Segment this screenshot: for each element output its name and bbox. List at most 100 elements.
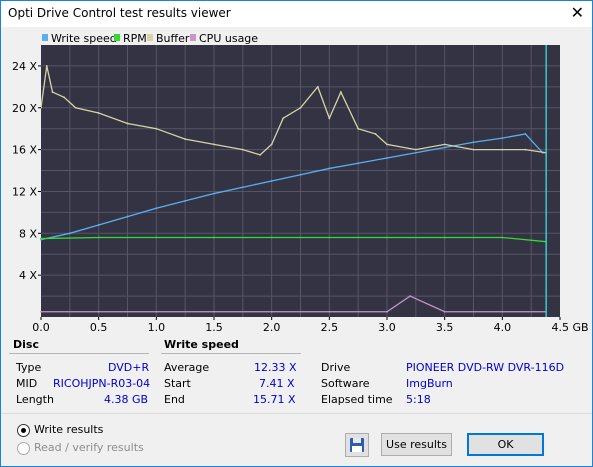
data-point-write-speed	[270, 180, 273, 182]
data-point-buffer	[328, 117, 331, 120]
software-value: ImgBurn	[406, 377, 453, 390]
y-tick-label: 12 X	[12, 185, 37, 198]
data-point-write-speed	[524, 133, 527, 135]
data-point-buffer	[241, 148, 244, 151]
legend-swatch-buffer	[147, 34, 153, 41]
legend-label-cpu-usage: CPU usage	[199, 32, 258, 45]
data-point-rpm	[443, 236, 446, 239]
data-point-buffer	[339, 91, 342, 93]
read-verify-results-label[interactable]: Read / verify results	[34, 441, 144, 454]
data-point-buffer	[213, 143, 215, 146]
chart-legend: Write speed RPM Buffer CPU usage	[42, 32, 258, 45]
data-point-write-speed	[213, 192, 215, 195]
data-point-write-speed	[501, 137, 504, 140]
data-point-write-speed	[386, 157, 388, 159]
y-axis-ticks: 4 X 8 X 12 X 16 X 20 X 24 X	[12, 60, 41, 282]
software-label: Software	[321, 377, 370, 390]
data-point-write-speed	[68, 232, 71, 235]
title-bar: Opti Drive Control test results viewer ✕	[1, 1, 592, 27]
disc-divider	[9, 353, 149, 354]
ok-button[interactable]: OK	[467, 433, 544, 456]
write-speed-divider	[161, 353, 301, 354]
app-window: Opti Drive Control test results viewer ✕…	[0, 0, 593, 467]
legend-label-buffer: Buffer	[156, 32, 190, 45]
data-point-write-speed	[126, 215, 129, 218]
x-tick-label: 4.0	[494, 321, 512, 334]
data-point-write-speed	[299, 173, 302, 176]
x-tick-label: 4.5 GB	[551, 321, 588, 334]
data-point-buffer	[414, 148, 417, 151]
drive-value: PIONEER DVD-RW DVR-116D	[406, 361, 565, 374]
data-point-buffer	[259, 153, 262, 156]
legend-swatch-cpu-usage	[190, 34, 196, 41]
read-verify-results-radio[interactable]	[17, 442, 30, 455]
data-point-rpm	[270, 236, 273, 239]
results-chart: Write speed RPM Buffer CPU usage 4 X 8 X 1…	[12, 32, 589, 334]
legend-swatch-write-speed	[42, 34, 48, 41]
data-point-write-speed	[328, 167, 331, 170]
data-point-buffer	[155, 127, 158, 130]
write-results-label[interactable]: Write results	[34, 423, 103, 436]
x-tick-label: 0.5	[90, 321, 108, 334]
elapsed-time-label: Elapsed time	[321, 393, 393, 406]
data-point-buffer	[184, 138, 187, 141]
start-label: Start	[164, 377, 191, 390]
use-results-button[interactable]: Use results	[381, 433, 452, 456]
data-point-cpu-usage	[386, 310, 388, 313]
legend-swatch-rpm	[114, 34, 120, 41]
y-tick-label: 16 X	[12, 144, 37, 157]
disc-length-value: 4.38 GB	[104, 393, 149, 406]
legend-label-rpm: RPM	[123, 32, 147, 45]
data-point-buffer	[374, 133, 377, 135]
y-tick-label: 4 X	[19, 269, 37, 282]
x-tick-label: 3.5	[436, 321, 454, 334]
disc-length-label: Length	[16, 393, 54, 406]
data-point-buffer	[443, 143, 446, 146]
data-point-write-speed	[472, 141, 475, 144]
x-axis-ticks: 0.0 0.5 1.0 1.5 2.0 2.5 3.0 3.5 4.0 4.5 GB	[32, 317, 589, 334]
disc-header: Disc	[13, 338, 39, 351]
data-point-rpm	[501, 236, 504, 239]
data-point-cpu-usage	[443, 310, 446, 313]
data-point-buffer	[270, 143, 273, 146]
data-point-rpm	[213, 236, 215, 239]
x-tick-label: 2.5	[321, 321, 339, 334]
end-label: End	[164, 393, 185, 406]
y-tick-label: 24 X	[12, 60, 37, 73]
data-point-buffer	[524, 148, 527, 151]
disc-mid-label: MID	[16, 377, 38, 390]
data-point-buffer	[316, 85, 319, 88]
data-point-buffer	[386, 143, 388, 146]
elapsed-time-value: 5:18	[406, 393, 431, 406]
end-value: 15.71 X	[253, 393, 296, 406]
data-point-cpu-usage	[409, 295, 411, 297]
data-point-write-speed	[97, 224, 100, 226]
drive-label: Drive	[321, 361, 351, 374]
write-results-radio[interactable]	[17, 424, 30, 437]
data-point-cpu-usage	[501, 310, 504, 313]
data-point-write-speed	[184, 199, 187, 202]
data-point-buffer	[51, 91, 54, 93]
data-point-rpm	[155, 236, 158, 239]
start-value: 7.41 X	[259, 377, 295, 390]
data-point-cpu-usage	[270, 310, 273, 313]
data-point-write-speed	[414, 151, 417, 154]
data-point-rpm	[386, 236, 388, 239]
x-tick-label: 3.0	[378, 321, 396, 334]
floppy-disk-icon	[350, 438, 364, 452]
close-icon[interactable]: ✕	[571, 3, 584, 22]
chart-area: Write speed RPM Buffer CPU usage 4 X 8 X 1…	[1, 27, 592, 337]
data-point-cpu-usage	[213, 310, 215, 313]
save-button[interactable]	[345, 433, 369, 457]
data-point-buffer	[472, 148, 475, 151]
average-label: Average	[164, 361, 210, 374]
data-point-cpu-usage	[97, 310, 100, 313]
data-point-write-speed	[241, 186, 244, 189]
data-point-write-speed	[443, 146, 446, 149]
data-point-write-speed	[155, 207, 158, 210]
data-point-buffer	[126, 122, 129, 125]
x-tick-label: 1.0	[148, 321, 166, 334]
disc-type-value: DVD+R	[108, 361, 150, 374]
y-tick-label: 8 X	[19, 227, 37, 240]
data-point-rpm	[40, 237, 42, 240]
